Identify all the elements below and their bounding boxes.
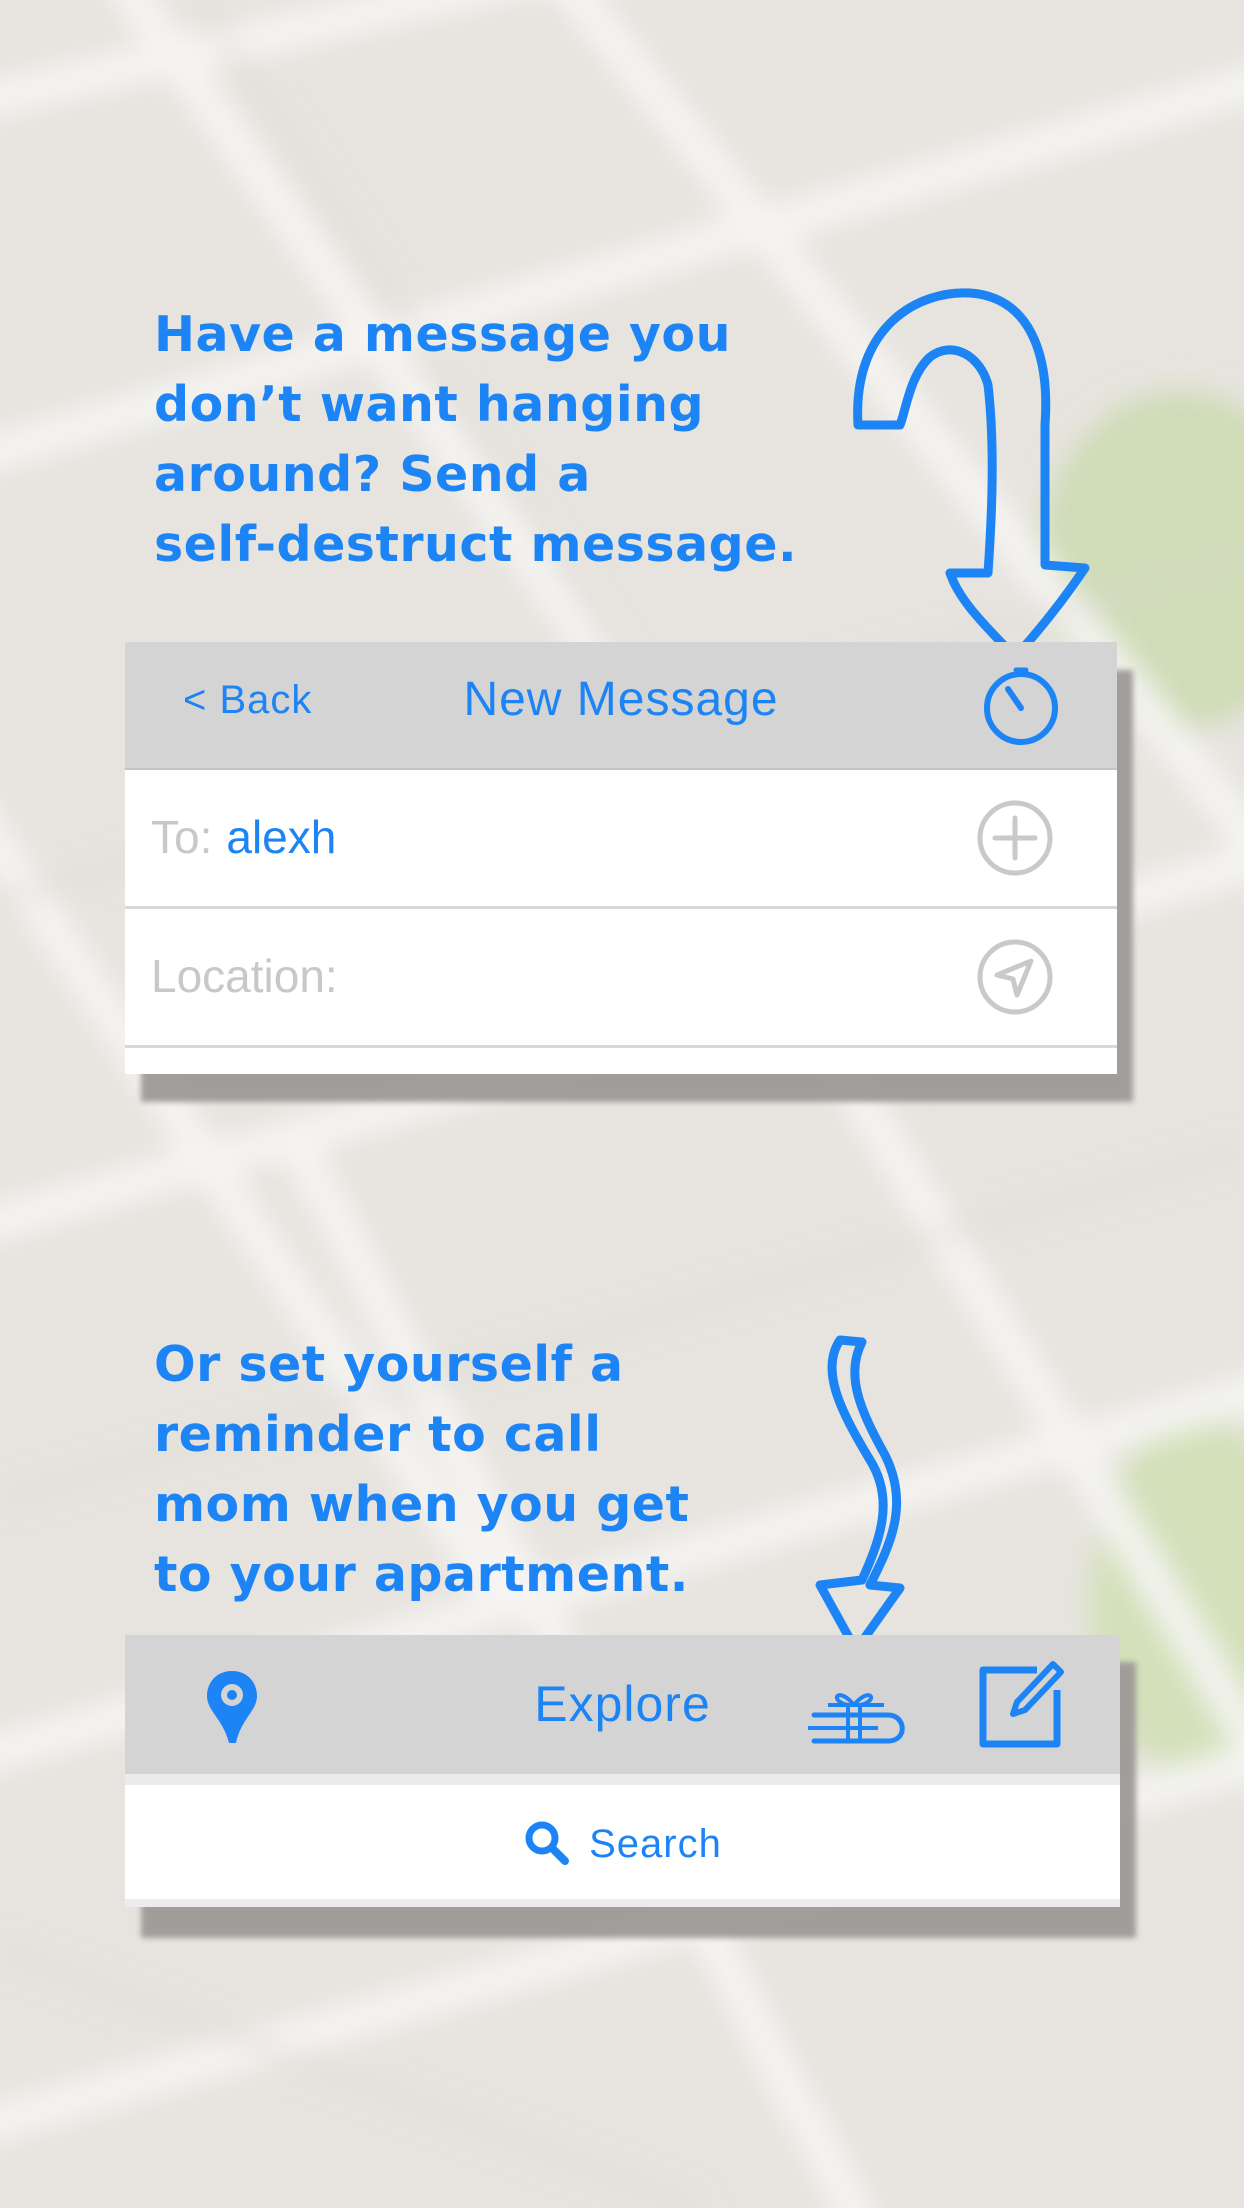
search-field[interactable]: Search xyxy=(125,1819,1120,1867)
search-icon xyxy=(525,1821,570,1865)
caption-line: to your apartment. xyxy=(154,1546,689,1603)
search-bar-separator xyxy=(125,1774,1120,1785)
gift-icon[interactable] xyxy=(808,1675,913,1745)
hand-drawn-squiggle-arrow-icon xyxy=(815,1335,905,1655)
to-field-row[interactable]: To: alexh xyxy=(125,770,1117,909)
to-label: To: xyxy=(151,811,213,863)
location-arrow-icon[interactable] xyxy=(975,937,1055,1017)
caption-line: self-destruct message. xyxy=(154,516,798,573)
caption-line: Or set yourself a xyxy=(154,1336,624,1393)
explore-navbar: Explore xyxy=(125,1635,1120,1774)
search-placeholder: Search xyxy=(589,1822,722,1866)
to-recipient-value: alexh xyxy=(226,811,337,863)
caption-line: Have a message you xyxy=(154,306,731,363)
promo-caption-reminder: Or set yourself a reminder to call mom w… xyxy=(154,1330,689,1610)
page-title: New Message xyxy=(463,673,779,726)
search-bar[interactable]: Search xyxy=(125,1785,1120,1899)
compose-icon[interactable] xyxy=(975,1660,1065,1750)
explore-card: Explore Search xyxy=(125,1635,1120,1907)
to-field[interactable]: To: alexh xyxy=(151,810,336,864)
search-bar-bottom-edge xyxy=(125,1899,1120,1907)
plus-circle-icon[interactable] xyxy=(975,798,1055,878)
caption-line: don’t want hanging xyxy=(154,376,705,433)
caption-line: reminder to call xyxy=(154,1406,602,1463)
caption-line: around? Send a xyxy=(154,446,591,503)
new-message-navbar: < Back New Message xyxy=(125,642,1117,770)
location-field[interactable]: Location: xyxy=(151,949,338,1003)
hand-drawn-hook-arrow-icon xyxy=(853,288,1090,662)
page-title: Explore xyxy=(534,1676,711,1732)
caption-line: mom when you get xyxy=(154,1476,690,1533)
promo-caption-self-destruct: Have a message you don’t want hanging ar… xyxy=(154,300,797,580)
timer-icon[interactable] xyxy=(980,665,1062,747)
location-field-row[interactable]: Location: xyxy=(125,909,1117,1048)
new-message-card: < Back New Message To: alexh Location: xyxy=(125,642,1117,1074)
